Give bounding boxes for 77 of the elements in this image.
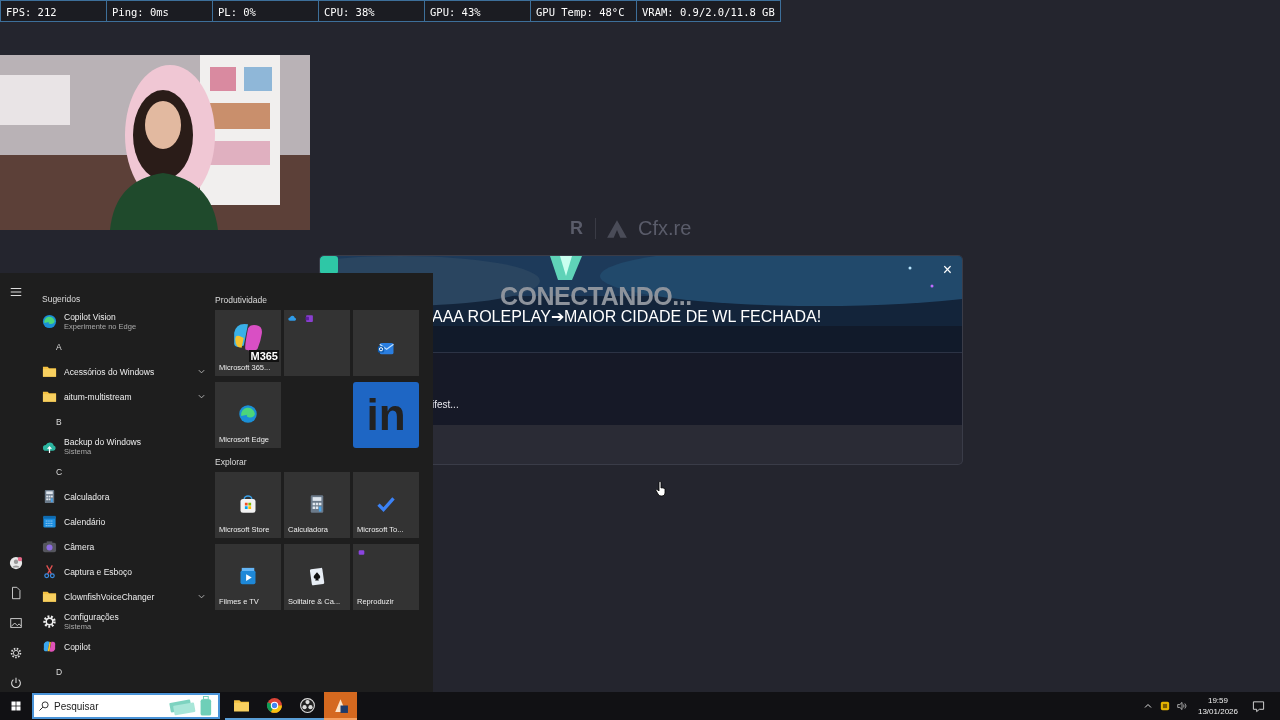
volume-icon[interactable] — [1176, 701, 1187, 711]
media-icon — [357, 548, 366, 557]
stat-readout: GPU Temp: 48°C — [530, 0, 637, 22]
image-icon[interactable] — [9, 616, 23, 630]
cloud-upload-icon — [42, 439, 57, 454]
stat-readout: PL: 0% — [212, 0, 319, 22]
logo-mark: R — [570, 218, 596, 239]
app-name[interactable]: Copilot Vision — [64, 312, 210, 322]
settings-icon[interactable] — [9, 646, 23, 660]
calendar-icon — [42, 514, 57, 529]
app-badge-icon[interactable] — [1159, 701, 1170, 711]
search-icon — [38, 700, 50, 712]
folder-icon — [42, 389, 57, 404]
stat-readout: VRAM: 0.9/2.0/11.8 GB — [636, 0, 781, 22]
app-name[interactable]: Calculadora — [64, 491, 210, 502]
search-bar[interactable]: Pesquisar — [32, 693, 220, 719]
travel-drawing — [168, 696, 214, 716]
clock-date: 13/01/2026 — [1197, 706, 1238, 717]
swirl-icon — [238, 403, 258, 424]
calculator-icon — [42, 489, 57, 504]
shopping-bag-icon — [238, 493, 258, 514]
play-icon — [238, 565, 258, 586]
app-name[interactable]: Backup do Windows — [64, 437, 210, 447]
letter-heading[interactable]: D — [49, 666, 63, 677]
app-name[interactable]: Configurações — [64, 612, 210, 622]
server-title: AAA ROLEPLAY➔MAIOR CIDADE DE WL FECHADA! — [432, 307, 822, 326]
folder-icon — [42, 589, 57, 604]
clock-time: 19:59 — [1207, 695, 1228, 706]
search-field[interactable]: Pesquisar — [54, 700, 154, 712]
notification-icon[interactable] — [1252, 699, 1265, 713]
scissors-icon — [42, 564, 57, 579]
folder-icon — [42, 364, 57, 379]
app-name[interactable]: aitum-multistream — [64, 391, 190, 402]
tile-badge: M365 — [249, 350, 279, 362]
banner-heading: CONECTANDO... — [500, 282, 692, 310]
caret-up-icon[interactable] — [1142, 701, 1153, 711]
app-name[interactable]: Acessórios do Windows — [64, 366, 190, 377]
settings-icon — [42, 614, 57, 629]
logo-text: Cfx.re — [638, 217, 692, 240]
stat-readout: Ping: 0ms — [106, 0, 213, 22]
chevron-icon[interactable] — [197, 367, 206, 376]
cloud-icon — [288, 314, 297, 323]
app-name[interactable]: Câmera — [64, 541, 210, 552]
hand-pointer-icon — [655, 481, 667, 497]
group-heading: Explorar — [215, 457, 248, 469]
status-text: ifest... — [432, 399, 459, 410]
chevron-icon[interactable] — [197, 392, 206, 401]
app-tile[interactable] — [353, 310, 419, 376]
letter-heading[interactable]: C — [49, 466, 63, 477]
document-icon[interactable] — [9, 586, 23, 600]
colorful-shape-icon — [42, 639, 57, 654]
app-icon — [332, 696, 349, 714]
menu-icon[interactable] — [9, 285, 23, 299]
chevron-icon[interactable] — [197, 592, 206, 601]
windows-icon[interactable] — [10, 700, 22, 712]
close-button[interactable]: × — [938, 260, 956, 280]
app-name[interactable]: Captura e Esboço — [64, 566, 210, 577]
aperture-icon — [299, 696, 316, 714]
app-tile[interactable] — [284, 310, 350, 376]
letter-heading[interactable]: B — [49, 416, 62, 427]
letter-heading[interactable]: A — [49, 341, 62, 352]
group-heading: Produtividade — [215, 295, 268, 307]
taskbar-app[interactable] — [324, 692, 357, 720]
stat-readout: FPS: 212 — [0, 0, 107, 22]
clock[interactable]: 19:59 13/01/2026 — [1197, 695, 1238, 717]
app-name[interactable]: Copilot — [64, 641, 210, 652]
section-heading: Sugeridos — [42, 294, 82, 306]
stat-readout: CPU: 38% — [318, 0, 425, 22]
browser-icon — [266, 696, 283, 714]
stat-readout: GPU: 43% — [424, 0, 531, 22]
camera-icon — [42, 539, 57, 554]
app-name[interactable]: Calendário — [64, 516, 210, 527]
notebook-icon — [305, 314, 314, 323]
user-avatar[interactable] — [9, 556, 23, 570]
power-icon[interactable] — [9, 676, 23, 690]
app-name[interactable]: ClownfishVoiceChanger — [64, 591, 190, 602]
swirl-icon — [42, 314, 57, 329]
